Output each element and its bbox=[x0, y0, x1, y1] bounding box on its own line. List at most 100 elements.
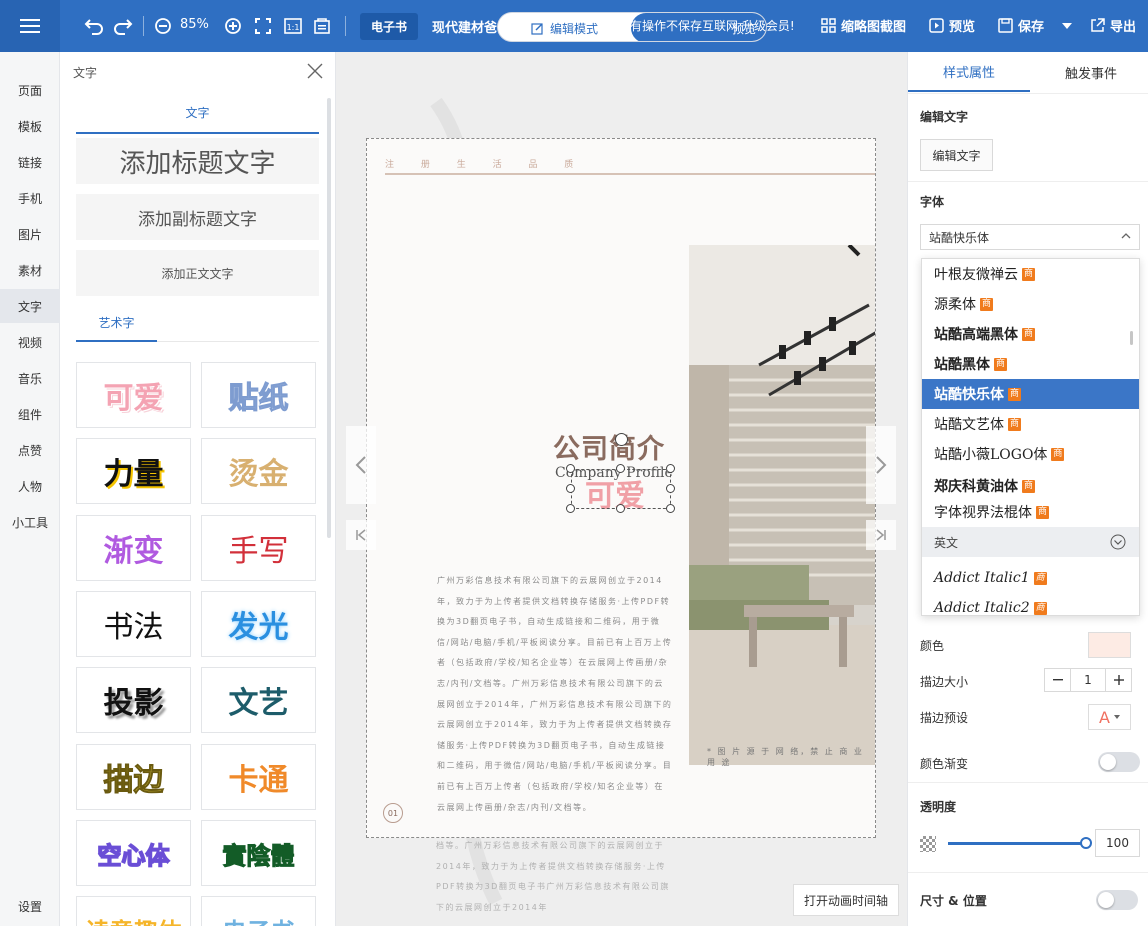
art-text-tile[interactable]: 文艺 bbox=[201, 667, 316, 733]
font-option[interactable]: 叶根友微禅云商 bbox=[922, 259, 1139, 289]
first-page-icon[interactable] bbox=[346, 520, 376, 550]
resize-handle[interactable] bbox=[666, 484, 675, 493]
opacity-slider-track[interactable] bbox=[948, 842, 1085, 845]
nav-materials[interactable]: 素材 bbox=[0, 253, 60, 287]
edit-mode-option[interactable]: 编辑模式 bbox=[498, 13, 631, 41]
document-title[interactable]: 现代建材爸 bbox=[432, 17, 497, 36]
art-text-tile[interactable]: 卡通 bbox=[201, 744, 316, 810]
tab-art-text[interactable]: 艺术字 bbox=[76, 314, 157, 342]
next-page-arrow[interactable] bbox=[866, 426, 896, 504]
last-page-icon[interactable] bbox=[866, 520, 896, 550]
size-position-toggle[interactable] bbox=[1096, 890, 1138, 910]
page-settings-icon[interactable] bbox=[310, 14, 334, 38]
zoom-in-icon[interactable] bbox=[221, 14, 245, 38]
panel-scrollbar[interactable] bbox=[327, 98, 331, 538]
art-text-tile[interactable]: 书法 bbox=[76, 591, 191, 657]
art-text-tile[interactable]: 烫金 bbox=[201, 438, 316, 504]
resize-handle[interactable] bbox=[566, 504, 575, 513]
stroke-preset-select[interactable]: A bbox=[1088, 704, 1131, 730]
stroke-size-value[interactable]: 1 bbox=[1071, 669, 1105, 691]
nav-templates[interactable]: 模板 bbox=[0, 109, 60, 143]
editor-canvas[interactable]: 注 册 生 活 品 质 公司简介 Company Profile 可爱 广州万彩… bbox=[336, 52, 907, 926]
company-title[interactable]: 公司简介 bbox=[553, 427, 665, 466]
opacity-slider-handle[interactable] bbox=[1080, 837, 1092, 849]
art-text-tile[interactable]: 电子书 bbox=[201, 896, 316, 926]
font-option[interactable]: Addict Italic1 商 bbox=[922, 563, 1139, 593]
close-icon[interactable] bbox=[306, 62, 324, 80]
art-text-tile[interactable]: 描边 bbox=[76, 744, 191, 810]
art-text-tile[interactable]: 手写 bbox=[201, 515, 316, 581]
nav-phone[interactable]: 手机 bbox=[0, 181, 60, 215]
selection-box[interactable] bbox=[571, 469, 671, 509]
art-text-tile[interactable]: 渐变 bbox=[76, 515, 191, 581]
actual-size-icon[interactable]: 1:1 bbox=[281, 14, 305, 38]
art-text-tile[interactable]: 发光 bbox=[201, 591, 316, 657]
art-text-tile[interactable]: 實陰體 bbox=[201, 820, 316, 886]
font-option[interactable]: 站酷高端黑体商 bbox=[922, 319, 1139, 349]
font-option[interactable]: Addict Italic2 商 bbox=[922, 593, 1139, 615]
resize-handle[interactable] bbox=[666, 504, 675, 513]
font-option-selected[interactable]: 站酷快乐体商 bbox=[922, 379, 1139, 409]
font-select[interactable]: 站酷快乐体 bbox=[920, 224, 1140, 250]
stroke-size-stepper[interactable]: 1 bbox=[1044, 668, 1132, 692]
menu-icon[interactable] bbox=[0, 0, 60, 52]
increment-button[interactable] bbox=[1105, 669, 1131, 691]
save-button[interactable]: 保存 bbox=[998, 16, 1044, 35]
decrement-button[interactable] bbox=[1045, 669, 1071, 691]
add-title-text-button[interactable]: 添加标题文字 bbox=[76, 138, 319, 184]
open-timeline-button[interactable]: 打开动画时间轴 bbox=[793, 884, 899, 916]
font-option[interactable]: 站酷小薇LOGO体商 bbox=[922, 439, 1139, 469]
nav-text[interactable]: 文字 bbox=[0, 289, 60, 323]
resize-handle[interactable] bbox=[566, 464, 575, 473]
art-text-tile[interactable]: 力量 bbox=[76, 438, 191, 504]
tab-trigger-events[interactable]: 触发事件 bbox=[1030, 52, 1148, 92]
nav-people[interactable]: 人物 bbox=[0, 469, 60, 503]
gradient-toggle[interactable] bbox=[1098, 752, 1140, 772]
art-text-tile[interactable]: 读意趣体 bbox=[76, 896, 191, 926]
nav-likes[interactable]: 点赞 bbox=[0, 433, 60, 467]
add-body-text-button[interactable]: 添加正文文字 bbox=[76, 250, 319, 296]
nav-settings[interactable]: 设置 bbox=[0, 889, 60, 923]
nav-images[interactable]: 图片 bbox=[0, 217, 60, 251]
nav-music[interactable]: 音乐 bbox=[0, 361, 60, 395]
nav-video[interactable]: 视频 bbox=[0, 325, 60, 359]
resize-handle[interactable] bbox=[566, 484, 575, 493]
art-text-tile[interactable]: 投影 bbox=[76, 667, 191, 733]
add-subtitle-text-button[interactable]: 添加副标题文字 bbox=[76, 194, 319, 240]
nav-pages[interactable]: 页面 bbox=[0, 73, 60, 107]
company-body-text[interactable]: 广州万彩信息技术有限公司旗下的云展网创立于2014年，致力于为上传者提供文档转换… bbox=[437, 571, 673, 818]
resize-handle[interactable] bbox=[616, 464, 625, 473]
living-room-photo[interactable] bbox=[689, 245, 876, 765]
ebook-tab[interactable]: 电子书 bbox=[360, 13, 418, 40]
fullscreen-icon[interactable] bbox=[251, 14, 275, 38]
edit-text-button[interactable]: 编辑文字 bbox=[920, 139, 993, 171]
font-option[interactable]: 站酷黑体商 bbox=[922, 349, 1139, 379]
art-text-tile[interactable]: 空心体 bbox=[76, 820, 191, 886]
tab-style-properties[interactable]: 样式属性 bbox=[908, 52, 1030, 92]
preview-button[interactable]: 预览 bbox=[929, 16, 975, 35]
member-promo[interactable]: 有操作不保存互联网 升级会员! bbox=[630, 17, 795, 34]
art-text-tile[interactable]: 贴纸 bbox=[201, 362, 316, 428]
nav-links[interactable]: 链接 bbox=[0, 145, 60, 179]
redo-icon[interactable] bbox=[111, 14, 135, 38]
zoom-out-icon[interactable] bbox=[151, 14, 175, 38]
font-option[interactable]: 字体视界法棍体商 bbox=[922, 497, 1139, 527]
font-option[interactable]: 站酷文艺体商 bbox=[922, 409, 1139, 439]
font-dropdown[interactable]: 叶根友微禅云商 源柔体商 站酷高端黑体商 站酷黑体商 站酷快乐体商 站酷文艺体商… bbox=[921, 258, 1140, 616]
dropdown-scrollbar[interactable] bbox=[1130, 331, 1133, 345]
ebook-page[interactable]: 注 册 生 活 品 质 公司简介 Company Profile 可爱 广州万彩… bbox=[366, 138, 876, 838]
nav-tools[interactable]: 小工具 bbox=[0, 505, 60, 539]
collapse-circle-icon[interactable] bbox=[1110, 534, 1126, 550]
art-text-tile[interactable]: 可爱 bbox=[76, 362, 191, 428]
font-group-english[interactable]: 英文 bbox=[922, 527, 1139, 557]
save-dropdown-icon[interactable] bbox=[1055, 14, 1079, 38]
opacity-input[interactable]: 100 bbox=[1095, 829, 1140, 857]
thumbnail-capture-button[interactable]: 缩略图截图 bbox=[821, 16, 906, 35]
photo-caption[interactable]: * 图 片 源 于 网 络，禁 止 商 业 用 途 bbox=[707, 746, 875, 768]
export-button[interactable]: 导出 bbox=[1090, 16, 1136, 35]
nav-components[interactable]: 组件 bbox=[0, 397, 60, 431]
rotate-handle[interactable] bbox=[615, 433, 628, 446]
resize-handle[interactable] bbox=[666, 464, 675, 473]
prev-page-arrow[interactable] bbox=[346, 426, 376, 504]
undo-icon[interactable] bbox=[82, 14, 106, 38]
